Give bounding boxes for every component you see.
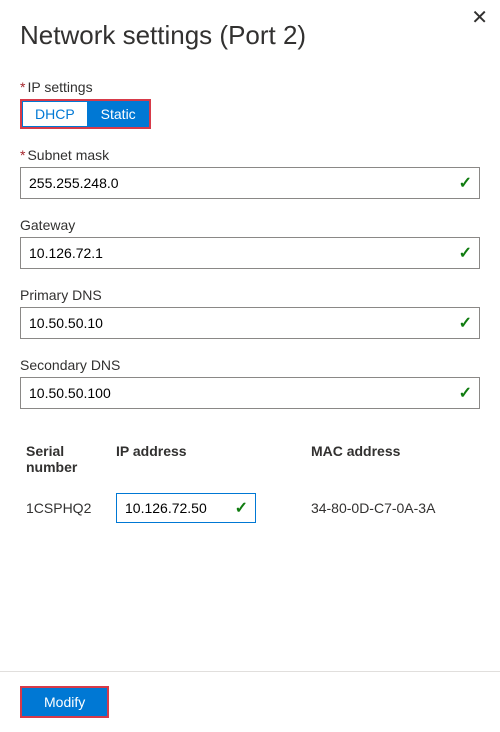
secondary-dns-field: Secondary DNS ✓ — [20, 357, 480, 409]
subnet-mask-input[interactable] — [20, 167, 480, 199]
col-serial-header: Serial number — [20, 435, 110, 487]
required-star-icon: * — [20, 79, 25, 95]
ip-settings-label-text: IP settings — [27, 79, 92, 95]
gateway-input[interactable] — [20, 237, 480, 269]
primary-dns-field: Primary DNS ✓ — [20, 287, 480, 339]
gateway-label: Gateway — [20, 217, 480, 233]
close-icon[interactable]: ✕ — [471, 8, 488, 28]
node-table: Serial number IP address MAC address 1CS… — [20, 435, 480, 529]
ip-address-input[interactable] — [116, 493, 256, 523]
subnet-mask-label-text: Subnet mask — [27, 147, 109, 163]
secondary-dns-label: Secondary DNS — [20, 357, 480, 373]
required-star-icon: * — [20, 147, 25, 163]
ip-cell: ✓ — [110, 487, 305, 529]
modify-button[interactable]: Modify — [20, 686, 109, 718]
dhcp-option[interactable]: DHCP — [22, 101, 88, 127]
subnet-mask-field: *Subnet mask ✓ — [20, 147, 480, 199]
static-option[interactable]: Static — [88, 101, 149, 127]
primary-dns-input[interactable] — [20, 307, 480, 339]
col-mac-header: MAC address — [305, 435, 480, 487]
serial-cell: 1CSPHQ2 — [20, 487, 110, 529]
subnet-mask-label: *Subnet mask — [20, 147, 480, 163]
primary-dns-label: Primary DNS — [20, 287, 480, 303]
secondary-dns-input[interactable] — [20, 377, 480, 409]
table-row: 1CSPHQ2 ✓ 34-80-0D-C7-0A-3A — [20, 487, 480, 529]
ip-settings-field: *IP settings DHCP Static — [20, 79, 480, 129]
page-title: Network settings (Port 2) — [20, 20, 480, 51]
col-ip-header: IP address — [110, 435, 305, 487]
mac-cell: 34-80-0D-C7-0A-3A — [305, 487, 480, 529]
bottom-bar: Modify — [0, 671, 500, 732]
ip-settings-toggle: DHCP Static — [20, 99, 151, 129]
ip-settings-label: *IP settings — [20, 79, 480, 95]
gateway-field: Gateway ✓ — [20, 217, 480, 269]
